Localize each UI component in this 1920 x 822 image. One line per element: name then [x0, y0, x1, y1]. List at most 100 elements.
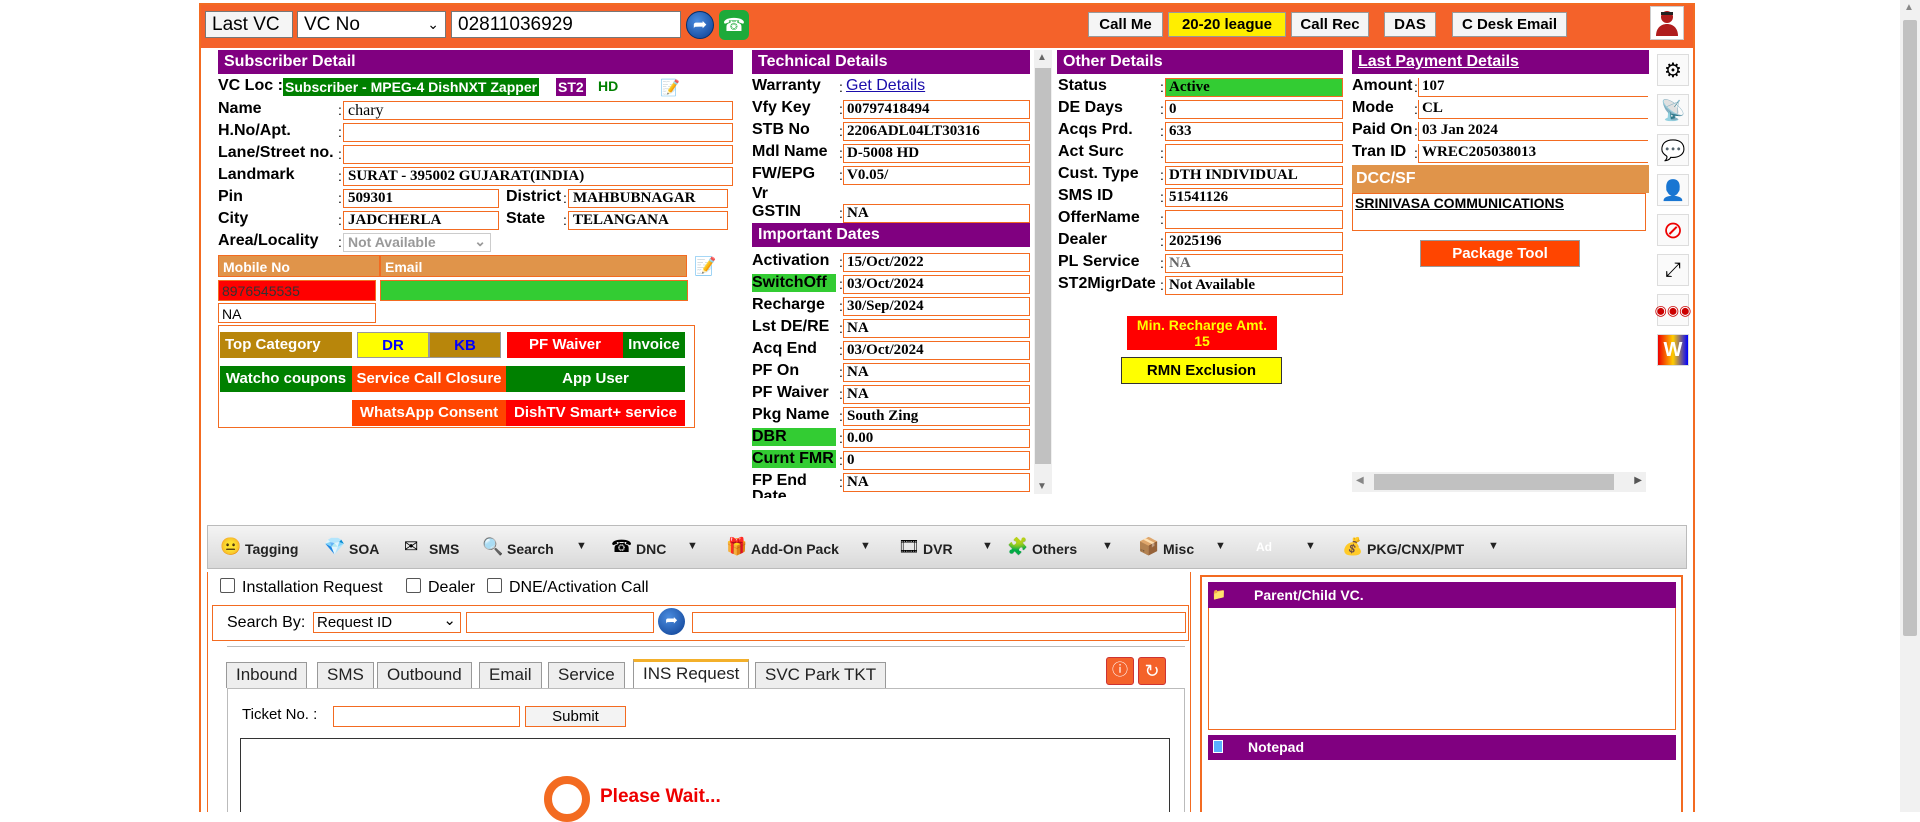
vc-number-input[interactable]: 02811036929: [451, 11, 681, 38]
call-me-button[interactable]: Call Me: [1088, 12, 1163, 37]
menu-misc[interactable]: Misc: [1163, 541, 1194, 557]
rmn-exclusion-button[interactable]: RMN Exclusion: [1121, 357, 1282, 384]
chevron-down-icon[interactable]: ⌄: [443, 611, 456, 630]
scroll-thumb[interactable]: [1035, 68, 1051, 464]
more-options-icon[interactable]: ◉◉◉: [1655, 294, 1691, 326]
phone-icon[interactable]: ☎: [719, 10, 749, 40]
chevron-down-icon[interactable]: ▼: [982, 540, 993, 552]
chat-user-icon[interactable]: 💬: [1657, 134, 1689, 166]
user-profile-icon[interactable]: [1650, 6, 1684, 40]
scroll-right-icon[interactable]: ▶: [1634, 475, 1642, 486]
search-result-input[interactable]: [692, 612, 1186, 633]
service-call-closure-button[interactable]: Service Call Closure: [352, 366, 506, 392]
menu-tagging[interactable]: Tagging: [245, 541, 298, 557]
tab-svc-park-tkt[interactable]: SVC Park TKT: [755, 662, 887, 688]
menu-soa[interactable]: SOA: [349, 541, 379, 557]
search-by-select[interactable]: Request ID ⌄: [313, 612, 461, 633]
chevron-down-icon[interactable]: ▼: [1305, 540, 1316, 552]
checkbox[interactable]: [220, 578, 235, 593]
ticket-no-input[interactable]: [333, 706, 520, 727]
tab-sms[interactable]: SMS: [317, 662, 374, 688]
kb-button[interactable]: KB: [429, 332, 501, 358]
addon-pack-icon[interactable]: 🎁: [726, 537, 747, 557]
menu-others[interactable]: Others: [1032, 541, 1077, 557]
pf-waiver-button[interactable]: PF Waiver: [507, 332, 623, 358]
info-icon[interactable]: ⓘ: [1106, 657, 1134, 685]
edit-address-icon[interactable]: 📝: [660, 78, 680, 98]
misc-icon[interactable]: 📦: [1138, 537, 1159, 557]
top-category-button[interactable]: Top Category: [220, 332, 352, 358]
last-payment-header[interactable]: Last Payment Details: [1352, 50, 1649, 74]
search-icon[interactable]: 🔍: [482, 537, 503, 557]
payment-hscrollbar[interactable]: ◀ ▶: [1352, 472, 1646, 492]
menu-pkg-cnx-pmt[interactable]: PKG/CNX/PMT: [1367, 541, 1464, 557]
hno-field[interactable]: [343, 123, 733, 142]
scroll-up-icon[interactable]: ▲: [1037, 52, 1047, 63]
c-desk-email-button[interactable]: C Desk Email: [1452, 12, 1567, 37]
lane-field[interactable]: [343, 145, 733, 164]
area-select[interactable]: Not Available ⌄: [343, 233, 491, 252]
district-field[interactable]: MAHBUBNAGAR: [568, 189, 728, 208]
watcho-icon[interactable]: W: [1657, 334, 1689, 366]
pin-field[interactable]: 509301: [343, 189, 499, 208]
scroll-down-icon[interactable]: ▼: [1037, 481, 1047, 492]
page-scrollbar[interactable]: ▲: [1900, 0, 1920, 812]
tab-email[interactable]: Email: [479, 662, 542, 688]
menu-dnc[interactable]: DNC: [636, 541, 666, 557]
call-rec-button[interactable]: Call Rec: [1291, 12, 1369, 37]
edit-contact-icon[interactable]: 📝: [694, 256, 716, 277]
dishtv-smart-service-button[interactable]: DishTV Smart+ service: [506, 400, 685, 426]
tools-icon[interactable]: ⚙: [1657, 54, 1689, 86]
agent-icon[interactable]: 👤: [1657, 174, 1689, 206]
menu-search[interactable]: Search: [507, 541, 554, 557]
menu-dvr[interactable]: DVR: [923, 541, 953, 557]
chevron-down-icon[interactable]: ▼: [860, 540, 871, 552]
tab-ins-request[interactable]: INS Request: [633, 659, 750, 688]
get-details-link[interactable]: Get Details: [846, 77, 925, 95]
landmark-field[interactable]: SURAT - 395002 GUJARAT(INDIA): [343, 167, 733, 186]
name-field[interactable]: chary: [343, 101, 733, 120]
watcho-coupons-button[interactable]: Watcho coupons: [220, 366, 352, 392]
others-icon[interactable]: 🧩: [1007, 537, 1028, 557]
go-arrow-icon[interactable]: ➦: [686, 11, 714, 39]
checkbox[interactable]: [406, 578, 421, 593]
checkbox[interactable]: [487, 578, 502, 593]
dnc-icon[interactable]: ☎: [611, 537, 632, 557]
chevron-down-icon[interactable]: ▼: [1488, 540, 1499, 552]
hscroll-thumb[interactable]: [1374, 474, 1614, 490]
tab-outbound[interactable]: Outbound: [377, 662, 472, 688]
page-scroll-thumb[interactable]: [1903, 20, 1917, 636]
scroll-up-icon[interactable]: ▲: [1904, 2, 1914, 13]
dvr-icon[interactable]: 🎞: [898, 537, 920, 557]
menu-sms[interactable]: SMS: [429, 541, 459, 557]
tab-inbound[interactable]: Inbound: [226, 662, 308, 688]
chevron-down-icon[interactable]: ▼: [687, 540, 698, 552]
state-field[interactable]: TELANGANA: [568, 211, 728, 230]
pkg-cnx-pmt-icon[interactable]: 💰: [1342, 537, 1363, 557]
scroll-left-icon[interactable]: ◀: [1356, 475, 1364, 486]
details-scrollbar[interactable]: ▲ ▼: [1034, 50, 1052, 494]
league-button[interactable]: 20-20 league: [1168, 12, 1286, 37]
whatsapp-consent-button[interactable]: WhatsApp Consent: [352, 400, 506, 426]
invoice-button[interactable]: Invoice: [623, 332, 685, 358]
search-type-select[interactable]: VC No ⌄: [297, 11, 446, 38]
das-button[interactable]: DAS: [1384, 12, 1436, 37]
dish-antenna-icon[interactable]: 📡: [1657, 94, 1689, 126]
search-value-input[interactable]: [466, 612, 654, 633]
block-icon[interactable]: ⊘: [1657, 214, 1689, 246]
fullscreen-icon[interactable]: ⤢: [1657, 254, 1689, 286]
soa-icon[interactable]: 💎: [324, 537, 345, 557]
chevron-down-icon[interactable]: ▼: [1102, 540, 1113, 552]
tab-service[interactable]: Service: [548, 662, 625, 688]
search-go-icon[interactable]: ➦: [658, 608, 685, 635]
chevron-down-icon[interactable]: ▼: [1215, 540, 1226, 552]
app-user-button[interactable]: App User: [506, 366, 685, 392]
submit-button[interactable]: Submit: [525, 706, 626, 727]
sms-icon[interactable]: ✉: [404, 537, 418, 557]
last-vc-button[interactable]: Last VC: [205, 11, 293, 38]
menu-addon-pack[interactable]: Add-On Pack: [751, 541, 839, 557]
dr-button[interactable]: DR: [357, 332, 429, 358]
package-tool-button[interactable]: Package Tool: [1420, 240, 1580, 267]
city-field[interactable]: JADCHERLA: [343, 211, 499, 230]
refresh-icon[interactable]: ↻: [1138, 657, 1166, 685]
